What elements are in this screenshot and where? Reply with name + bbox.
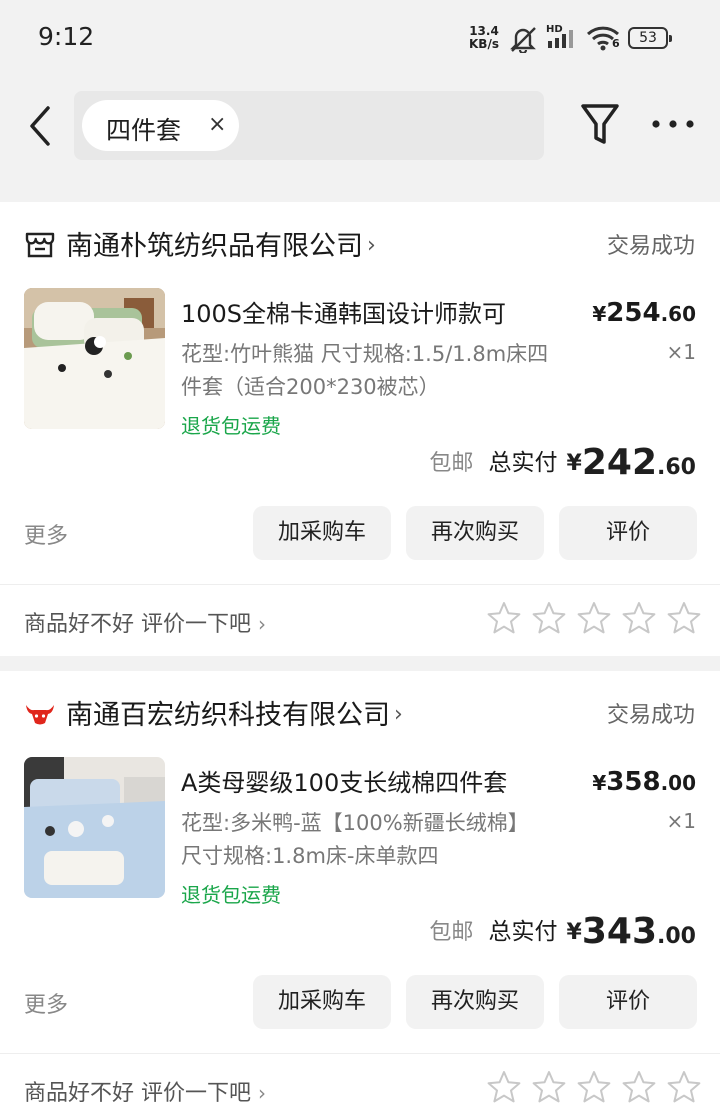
product-title[interactable]: A类母婴级100支长绒棉四件套 [181, 763, 561, 798]
rate-prompt[interactable]: 商品好不好 评价一下吧 › [24, 1075, 266, 1107]
star-icon[interactable] [622, 1070, 656, 1104]
chevron-right-icon: › [258, 612, 266, 636]
quantity: ×1 [666, 809, 696, 833]
total-paid-amount: 242 [581, 442, 658, 483]
return-shipping-badge: 退货包运费 [181, 883, 281, 907]
review-button[interactable]: 评价 [559, 506, 697, 560]
filter-icon[interactable] [580, 102, 620, 148]
mute-bell-icon [510, 27, 536, 53]
star-rating[interactable] [487, 601, 702, 637]
buy-again-button[interactable]: 再次购买 [406, 506, 544, 560]
search-query-text: 四件套 [106, 116, 182, 145]
search-query-chip[interactable]: 四件套 × [82, 100, 239, 151]
shop-header[interactable]: 南通百宏纺织科技有限公司 › [24, 693, 704, 733]
search-bar[interactable]: 四件套 × [74, 91, 544, 160]
rate-prompt[interactable]: 商品好不好 评价一下吧 › [24, 606, 266, 638]
product-spec: 花型:多米鸭-蓝【100%新疆长绒棉】 尺寸规格:1.8m床-床单款四 [181, 811, 529, 868]
clear-query-icon[interactable]: × [208, 112, 226, 137]
star-icon[interactable] [577, 1070, 611, 1104]
order-total: 包邮 总实付 ¥242.60 [429, 442, 696, 483]
star-icon[interactable] [667, 601, 701, 635]
star-icon[interactable] [622, 601, 656, 635]
star-icon[interactable] [487, 601, 521, 635]
buy-again-button[interactable]: 再次购买 [406, 975, 544, 1029]
bedding-photo-panda [24, 288, 165, 429]
return-shipping-badge: 退货包运费 [181, 414, 281, 438]
unit-price: ¥254.60 [592, 298, 696, 328]
order-card[interactable]: 南通朴筑纺织品有限公司 › 交易成功 100S全棉卡通韩国设计师款可 花型:竹叶熊… [0, 202, 720, 656]
free-shipping-label: 包邮 [429, 920, 474, 945]
more-options-icon[interactable] [650, 110, 696, 138]
add-to-purchase-cart-button[interactable]: 加采购车 [253, 506, 391, 560]
store-icon [25, 232, 55, 258]
star-icon[interactable] [667, 1070, 701, 1104]
chevron-right-icon: › [394, 702, 403, 727]
unit-price: ¥358.00 [592, 767, 696, 797]
bull-logo-icon [26, 705, 54, 725]
order-status: 交易成功 [606, 234, 695, 259]
shop-name[interactable]: 南通朴筑纺织品有限公司 › [66, 224, 376, 263]
add-to-purchase-cart-button[interactable]: 加采购车 [253, 975, 391, 1029]
signal-icon [548, 30, 573, 48]
star-icon[interactable] [532, 1070, 566, 1104]
divider [0, 584, 720, 585]
product-title[interactable]: 100S全棉卡通韩国设计师款可 [181, 294, 561, 329]
status-bar: 9:12 13.4 KB/s HD 6 53 [0, 0, 720, 78]
back-arrow-icon[interactable] [24, 104, 60, 148]
quantity: ×1 [666, 340, 696, 364]
chevron-right-icon: › [367, 233, 376, 258]
total-paid-label: 总实付 [488, 919, 558, 945]
more-actions-link[interactable]: 更多 [24, 987, 68, 1019]
total-paid-label: 总实付 [488, 450, 558, 476]
product-image[interactable] [24, 288, 165, 429]
star-icon[interactable] [532, 601, 566, 635]
shop-header[interactable]: 南通朴筑纺织品有限公司 › [24, 224, 704, 264]
product-image[interactable] [24, 757, 165, 898]
divider [0, 1053, 720, 1054]
battery-indicator: 53 [628, 27, 672, 49]
product-spec: 花型:竹叶熊猫 尺寸规格:1.5/1.8m床四件套（适合200*230被芯） [181, 342, 549, 399]
wifi-6-label: 6 [612, 37, 620, 50]
star-rating[interactable] [487, 1070, 702, 1106]
star-icon[interactable] [487, 1070, 521, 1104]
shop-name[interactable]: 南通百宏纺织科技有限公司 › [66, 693, 403, 732]
star-icon[interactable] [577, 601, 611, 635]
order-total: 包邮 总实付 ¥343.00 [429, 911, 696, 952]
bedding-photo-duck [24, 757, 165, 898]
more-actions-link[interactable]: 更多 [24, 518, 68, 550]
network-speed: 13.4 KB/s [469, 24, 499, 51]
review-button[interactable]: 评价 [559, 975, 697, 1029]
status-time: 9:12 [38, 22, 95, 51]
chevron-right-icon: › [258, 1081, 266, 1105]
total-paid-amount: 343 [581, 911, 658, 952]
order-card[interactable]: 南通百宏纺织科技有限公司 › 交易成功 A类母婴级100支长绒棉四件套 花型:多米… [0, 671, 720, 1117]
free-shipping-label: 包邮 [429, 451, 474, 476]
order-status: 交易成功 [606, 703, 695, 728]
